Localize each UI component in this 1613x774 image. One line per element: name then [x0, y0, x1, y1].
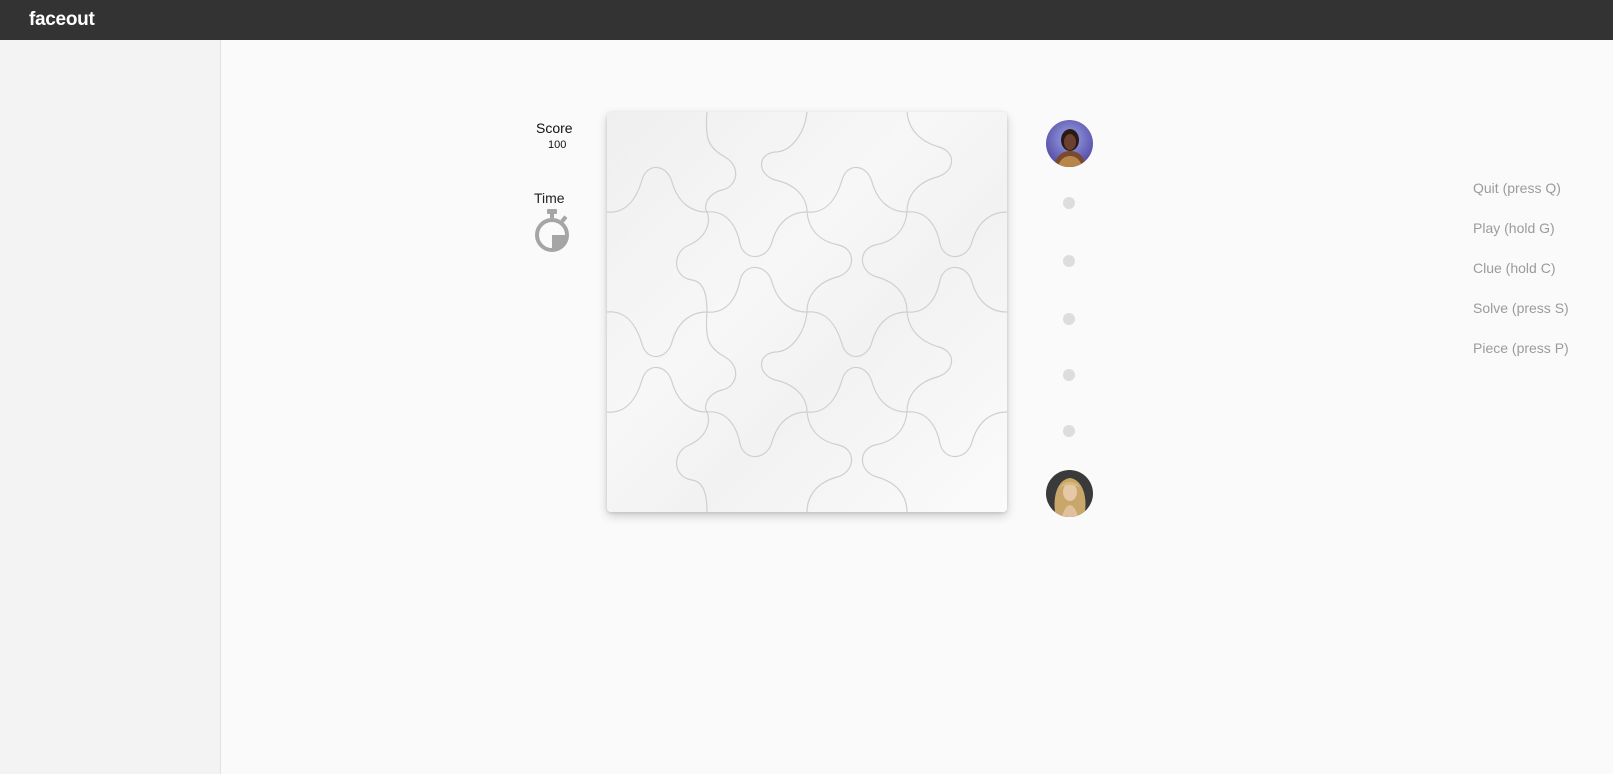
player-avatar: [1046, 120, 1093, 167]
puzzle-pieces[interactable]: [607, 112, 1007, 512]
solve-button[interactable]: Solve (press S): [1473, 300, 1569, 316]
sidebar: [0, 40, 221, 774]
piece-button[interactable]: Piece (press P): [1473, 340, 1569, 356]
progress-dot: [1063, 255, 1075, 267]
play-button[interactable]: Play (hold G): [1473, 220, 1555, 236]
score-value: 100: [548, 139, 567, 151]
quit-button[interactable]: Quit (press Q): [1473, 180, 1561, 196]
top-bar: faceout: [0, 0, 1613, 40]
clue-button[interactable]: Clue (hold C): [1473, 260, 1555, 276]
app-title[interactable]: faceout: [29, 9, 95, 31]
puzzle-board[interactable]: [607, 112, 1007, 512]
progress-dot: [1063, 197, 1075, 209]
time-label: Time: [534, 190, 565, 206]
stopwatch-icon: [533, 208, 573, 254]
progress-dot: [1063, 369, 1075, 381]
score-label: Score: [536, 120, 573, 136]
opponent-avatar: [1046, 470, 1093, 517]
progress-dot: [1063, 425, 1075, 437]
progress-dot: [1063, 313, 1075, 325]
